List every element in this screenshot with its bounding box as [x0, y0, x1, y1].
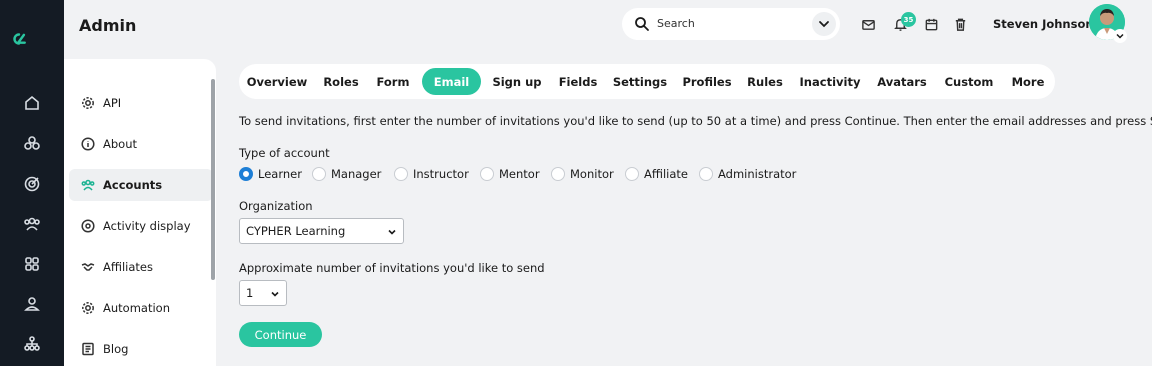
search-input[interactable]: Search: [657, 17, 695, 30]
sidebar-item-label: Accounts: [103, 178, 163, 192]
organization-label: Organization: [239, 199, 313, 213]
sidebar-item-label: Affiliates: [103, 260, 153, 274]
info-icon: [80, 136, 96, 152]
grid-icon[interactable]: [20, 252, 44, 276]
chevron-down-icon[interactable]: [1113, 29, 1127, 43]
sidebar-item-accounts[interactable]: Accounts: [69, 169, 213, 201]
search-icon: [634, 16, 650, 32]
radio-label: Mentor: [499, 167, 540, 181]
radio-label: Instructor: [413, 167, 469, 181]
chevron-down-icon: [270, 288, 280, 298]
handshake-icon: [80, 259, 96, 275]
invitation-count-select[interactable]: 1: [239, 280, 287, 306]
page-title: Admin: [79, 16, 137, 35]
invitation-count-value: 1: [246, 286, 254, 300]
radio-button[interactable]: [239, 167, 253, 181]
org-chart-icon[interactable]: [20, 332, 44, 356]
calendar-icon[interactable]: [922, 15, 940, 33]
chevron-down-icon[interactable]: [812, 12, 836, 36]
tab-roles[interactable]: Roles: [319, 68, 363, 95]
blog-icon: [80, 341, 96, 357]
settings-sidebar: API About Accounts Activity display Affi…: [64, 59, 216, 366]
invitation-count-label: Approximate number of invitations you'd …: [239, 261, 545, 275]
accounts-icon: [80, 177, 96, 193]
chevron-down-icon: [387, 226, 397, 236]
gear-icon: [80, 300, 96, 316]
sidebar-item-activity-display[interactable]: Activity display: [69, 210, 213, 242]
radio-mentor[interactable]: Mentor: [480, 166, 540, 182]
sidebar-item-affiliates[interactable]: Affiliates: [69, 251, 213, 283]
sidebar-item-label: Automation: [103, 301, 170, 315]
sidebar-item-automation[interactable]: Automation: [69, 292, 213, 324]
tab-profiles[interactable]: Profiles: [679, 68, 735, 95]
home-icon[interactable]: [20, 91, 44, 115]
sidebar-item-label: API: [103, 96, 122, 110]
radio-button[interactable]: [312, 167, 326, 181]
radio-button[interactable]: [699, 167, 713, 181]
tab-sign-up[interactable]: Sign up: [490, 68, 544, 95]
organization-value: CYPHER Learning: [246, 224, 346, 238]
radio-label: Manager: [331, 167, 382, 181]
tab-email[interactable]: Email: [422, 68, 481, 95]
sidebar-item-blog[interactable]: Blog: [69, 333, 213, 365]
tab-custom[interactable]: Custom: [940, 68, 998, 95]
organization-select[interactable]: CYPHER Learning: [239, 218, 404, 244]
radio-button[interactable]: [480, 167, 494, 181]
radio-label: Monitor: [570, 167, 614, 181]
sidebar-item-label: Blog: [103, 342, 129, 356]
tab-rules[interactable]: Rules: [744, 68, 786, 95]
tab-settings[interactable]: Settings: [611, 68, 669, 95]
left-rail: [0, 0, 64, 366]
radio-button[interactable]: [394, 167, 408, 181]
tab-bar: Overview Roles Form Email Sign up Fields…: [239, 64, 1055, 99]
account-type-label: Type of account: [239, 146, 330, 160]
radio-label: Administrator: [718, 167, 797, 181]
tab-fields[interactable]: Fields: [553, 68, 603, 95]
sidebar-item-label: Activity display: [103, 219, 191, 233]
tab-overview[interactable]: Overview: [243, 68, 311, 95]
radio-button[interactable]: [551, 167, 565, 181]
radio-monitor[interactable]: Monitor: [551, 166, 614, 182]
radio-button[interactable]: [625, 167, 639, 181]
user-icon[interactable]: [20, 292, 44, 316]
sidebar-scrollbar[interactable]: [211, 79, 215, 280]
radio-affiliate[interactable]: Affiliate: [625, 166, 688, 182]
target-icon[interactable]: [20, 172, 44, 196]
sidebar-item-api[interactable]: API: [69, 87, 213, 119]
user-name[interactable]: Steven Johnson: [993, 17, 1094, 31]
tab-avatars[interactable]: Avatars: [873, 68, 931, 95]
tab-form[interactable]: Form: [372, 68, 414, 95]
radio-administrator[interactable]: Administrator: [699, 166, 796, 182]
trash-icon[interactable]: [951, 15, 969, 33]
sidebar-item-label: About: [103, 137, 138, 151]
invitation-instructions: To send invitations, first enter the num…: [239, 114, 1152, 128]
gear-icon: [80, 95, 96, 111]
sidebar-item-about[interactable]: About: [69, 128, 213, 160]
radio-learner[interactable]: Learner: [239, 166, 302, 182]
target-icon: [80, 218, 96, 234]
tab-more[interactable]: More: [1007, 68, 1049, 95]
radio-instructor[interactable]: Instructor: [394, 166, 469, 182]
cypher-logo-icon[interactable]: [10, 30, 54, 62]
tab-inactivity[interactable]: Inactivity: [796, 68, 864, 95]
mail-icon[interactable]: [859, 15, 877, 33]
notification-badge: 35: [901, 12, 916, 27]
continue-button[interactable]: Continue: [239, 322, 322, 347]
radio-label: Affiliate: [644, 167, 689, 181]
modules-icon[interactable]: [20, 131, 44, 155]
search-bar[interactable]: Search: [622, 8, 840, 40]
radio-label: Learner: [258, 167, 302, 181]
radio-manager[interactable]: Manager: [312, 166, 381, 182]
people-icon[interactable]: [20, 212, 44, 236]
